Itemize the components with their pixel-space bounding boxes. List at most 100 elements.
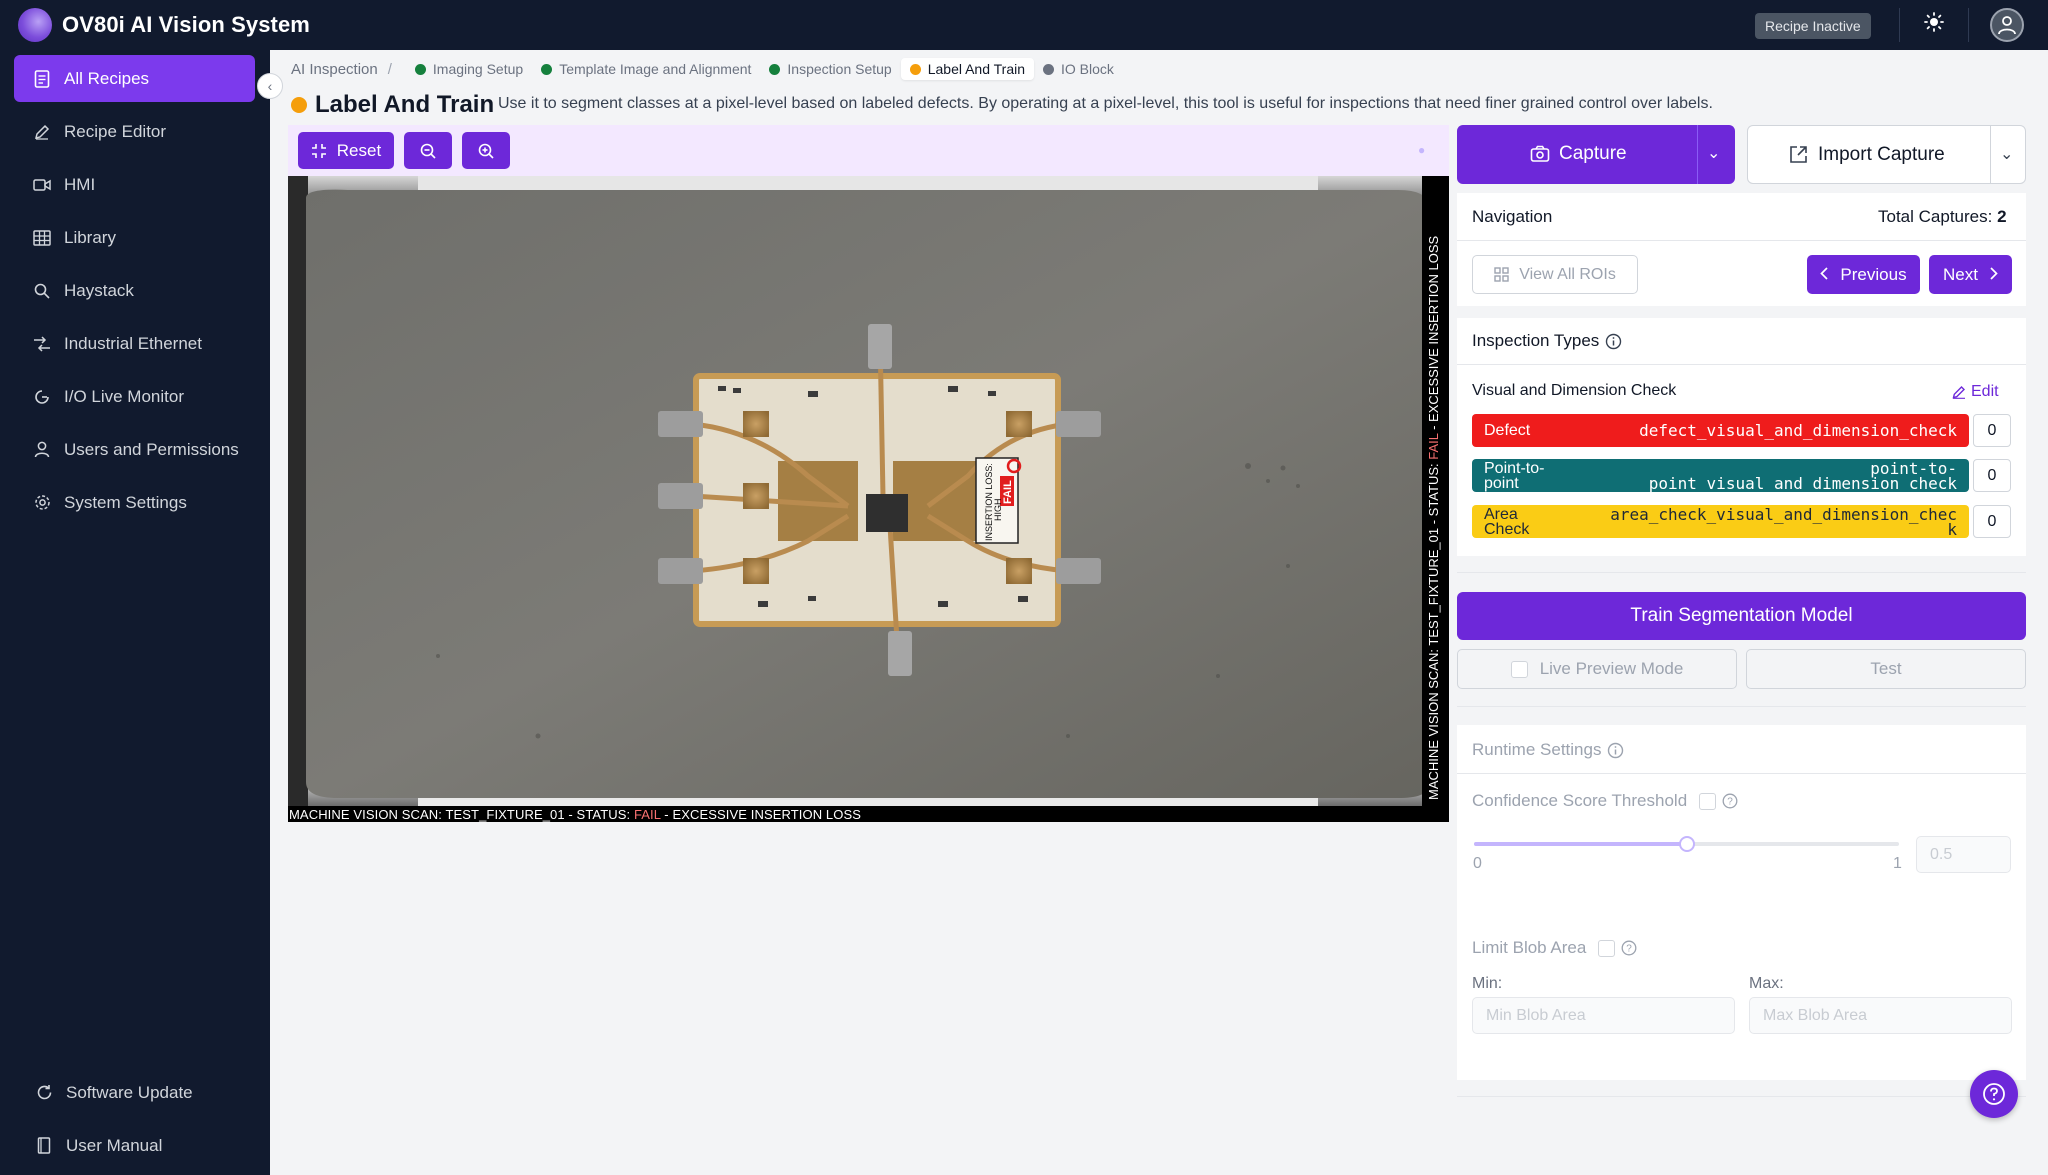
sidebar-item-user-manual[interactable]: User Manual [16, 1122, 257, 1169]
app-logo [18, 8, 52, 42]
inspection-type-count[interactable]: 0 [1973, 505, 2011, 538]
divider [1457, 572, 2026, 573]
limit-blob-checkbox[interactable] [1598, 939, 1616, 957]
video-icon [32, 175, 52, 195]
chevron-down-icon[interactable]: ⌄ [2000, 144, 2013, 164]
inspection-type-code: defect_visual_and_dimension_check [1639, 421, 1957, 440]
import-label: Import Capture [1818, 144, 1945, 165]
sidebar-collapse-button[interactable]: ‹ [257, 73, 283, 99]
limit-blob-label: Limit Blob Area [1472, 938, 1587, 957]
sidebar-item-hmi[interactable]: HMI [14, 161, 255, 208]
inspection-types-header: Inspection Types [1472, 331, 1622, 351]
sidebar-item-label: Recipe Editor [64, 121, 167, 141]
import-icon [1790, 146, 1807, 163]
info-icon[interactable] [1607, 742, 1624, 759]
help-icon[interactable]: ? [1722, 793, 1738, 809]
step-imaging-setup[interactable]: Imaging Setup [406, 58, 532, 80]
inspection-group-name: Visual and Dimension Check [1472, 382, 1677, 399]
document-icon [32, 69, 52, 89]
sidebar-item-label: System Settings [64, 492, 187, 512]
sidebar-item-software-update[interactable]: Software Update [16, 1069, 257, 1116]
status-dot [769, 63, 781, 75]
total-captures: Total Captures: 2 [1878, 207, 2007, 227]
inspection-type-code: point-to- point_visual_and_dimension_che… [1649, 459, 1957, 492]
inspection-type-row-defect[interactable]: Defect defect_visual_and_dimension_check [1472, 414, 1969, 447]
view-all-rois-button[interactable]: View All ROIs [1472, 255, 1638, 294]
sidebar-item-recipe-editor[interactable]: Recipe Editor [14, 108, 255, 155]
step-label: IO Block [1061, 61, 1114, 77]
inspection-image[interactable]: INSERTION LOSS: HIGH FAIL [288, 176, 1449, 822]
sidebar-item-users-and-permissions[interactable]: Users and Permissions [14, 426, 255, 473]
help-icon[interactable]: ? [1621, 940, 1637, 956]
step-label: Template Image and Alignment [559, 61, 752, 77]
step-inspection-setup[interactable]: Inspection Setup [760, 58, 900, 80]
sidebar-item-label: User Manual [66, 1135, 163, 1155]
inspection-type-row-area-check[interactable]: Area Check area_check_visual_and_dimensi… [1472, 505, 1969, 538]
inspection-type-count[interactable]: 0 [1973, 414, 2011, 447]
top-bar: OV80i AI Vision System Recipe Inactive [0, 0, 2048, 50]
inspection-type-row-point-to-point[interactable]: Point-to-point point-to- point_visual_an… [1472, 459, 1969, 492]
scan-caption-side: MACHINE VISION SCAN: TEST_FIXTURE_01 - S… [1426, 210, 1441, 800]
sidebar-item-label: I/O Live Monitor [64, 386, 184, 406]
theme-toggle-sun-icon[interactable] [1921, 12, 1947, 38]
confidence-value-input[interactable]: 0.5 [1916, 836, 2011, 873]
info-icon[interactable] [1605, 333, 1622, 350]
button-split [1990, 126, 1991, 183]
limit-blob-area-row: Limit Blob Area ? [1472, 938, 1637, 958]
breadcrumb-separator: / [387, 60, 392, 78]
min-blob-area-input[interactable]: Min Blob Area [1472, 997, 1735, 1034]
sidebar-item-label: Industrial Ethernet [64, 333, 202, 353]
reset-button[interactable]: Reset [298, 132, 394, 169]
confidence-slider-thumb[interactable] [1678, 836, 1695, 852]
live-preview-mode-toggle[interactable]: Live Preview Mode [1457, 649, 1737, 689]
previous-button[interactable]: Previous [1807, 255, 1920, 294]
sidebar-item-all-recipes[interactable]: All Recipes [14, 55, 255, 102]
max-blob-area-input[interactable]: Max Blob Area [1749, 997, 2012, 1034]
sidebar-item-industrial-ethernet[interactable]: Industrial Ethernet [14, 320, 255, 367]
conveyor-pcb-image: INSERTION LOSS: HIGH FAIL [288, 176, 1449, 822]
live-preview-checkbox[interactable] [1510, 660, 1528, 678]
scan-caption-bottom: MACHINE VISION SCAN: TEST_FIXTURE_01 - S… [289, 807, 861, 822]
inspection-type-count[interactable]: 0 [1973, 459, 2011, 492]
chevron-down-icon[interactable]: ⌄ [1707, 143, 1720, 163]
view-all-rois-label: View All ROIs [1519, 265, 1616, 283]
sidebar-item-library[interactable]: Library [14, 214, 255, 261]
next-label: Next [1943, 264, 1978, 284]
previous-label: Previous [1840, 264, 1907, 284]
import-capture-button[interactable]: Import Capture ⌄ [1747, 125, 2026, 184]
scan-text-suffix: - EXCESSIVE INSERTION LOSS [660, 807, 861, 822]
step-io-block[interactable]: IO Block [1034, 58, 1123, 80]
step-label-and-train[interactable]: Label And Train [900, 58, 1035, 80]
capture-button[interactable]: Capture ⌄ [1457, 125, 1735, 184]
visibility-icon[interactable]: ● [1418, 143, 1425, 157]
search-icon [32, 281, 52, 301]
edit-button[interactable]: Edit [1952, 383, 1999, 401]
top-divider [1968, 8, 1969, 42]
train-segmentation-model-button[interactable]: Train Segmentation Model [1457, 592, 2026, 640]
help-button[interactable] [1970, 1070, 2018, 1118]
confidence-slider-track[interactable] [1474, 836, 1899, 852]
divider [1457, 364, 2026, 365]
zoom-out-icon [420, 143, 436, 159]
max-label: Max: [1749, 975, 1784, 992]
step-label: Imaging Setup [432, 61, 524, 77]
inspection-type-code-line: k [1947, 519, 1957, 539]
next-button[interactable]: Next [1929, 255, 2012, 294]
breadcrumb-root[interactable]: AI Inspection [291, 61, 378, 78]
total-captures-label: Total Captures: [1878, 207, 1998, 226]
zoom-out-button[interactable] [404, 132, 452, 169]
test-button[interactable]: Test [1746, 649, 2026, 689]
zoom-in-button[interactable] [462, 132, 510, 169]
inspection-types-title: Inspection Types [1472, 331, 1600, 350]
step-template-image-and-alignment[interactable]: Template Image and Alignment [532, 58, 760, 80]
sidebar-item-system-settings[interactable]: System Settings [14, 479, 255, 526]
status-dot [909, 63, 921, 75]
sidebar-item-io-live-monitor[interactable]: I/O Live Monitor [14, 373, 255, 420]
book-icon [34, 1136, 54, 1156]
sidebar-item-haystack[interactable]: Haystack [14, 267, 255, 314]
svg-text:?: ? [1627, 944, 1633, 955]
user-avatar[interactable] [1990, 8, 2024, 42]
inspection-type-label: Defect [1484, 422, 1531, 439]
chevron-left-icon [1820, 265, 1829, 285]
confidence-checkbox[interactable] [1699, 792, 1717, 810]
